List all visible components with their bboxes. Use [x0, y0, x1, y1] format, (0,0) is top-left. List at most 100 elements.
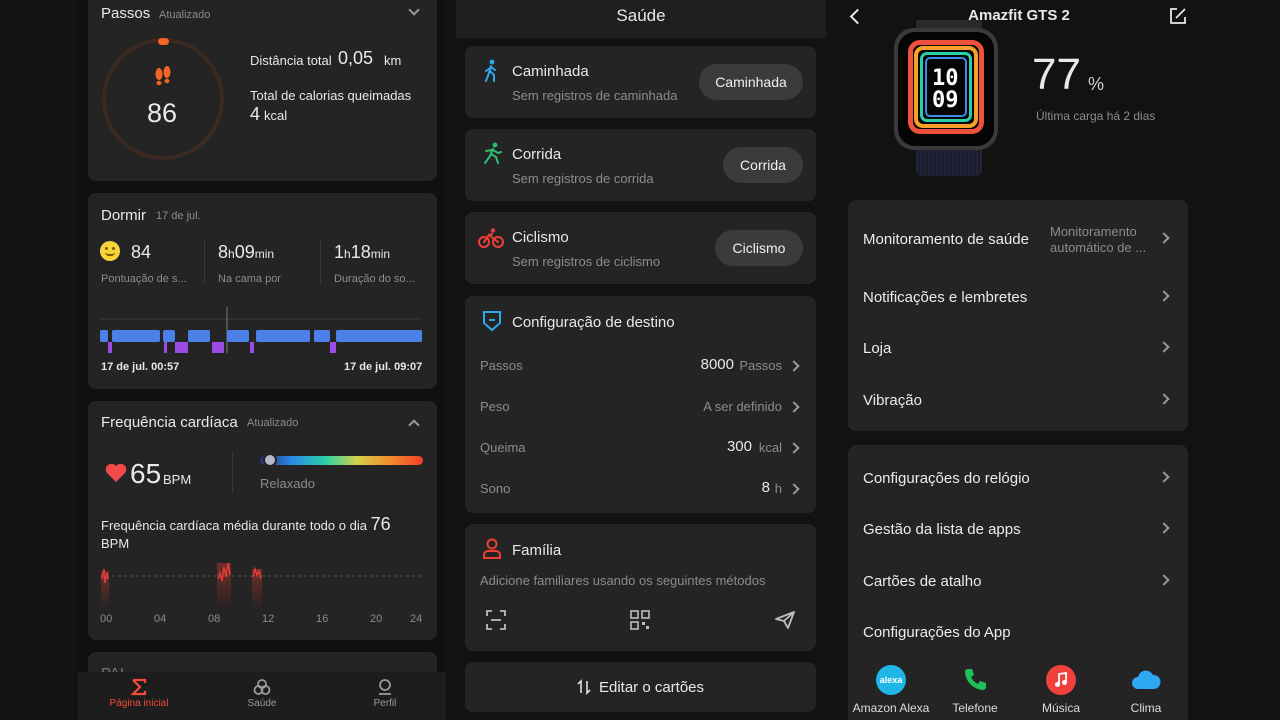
- chevron-right-icon: [1158, 393, 1170, 405]
- activity-card-running[interactable]: Corrida Sem registros de corrida Corrida: [465, 129, 816, 201]
- battery-unit: %: [1088, 74, 1105, 94]
- walking-subtitle: Sem registros de caminhada: [512, 88, 678, 103]
- distance-unit: km: [384, 53, 402, 68]
- goals-card: Configuração de destino Passos 8000 Pass…: [465, 296, 816, 513]
- app-amazon-alexa[interactable]: alexa Amazon Alexa: [846, 665, 936, 715]
- battery-value: 77: [1032, 50, 1081, 99]
- watch-minute: 09: [932, 88, 959, 113]
- store-row[interactable]: Loja: [848, 331, 1188, 365]
- nav-health[interactable]: Saúde: [212, 678, 312, 709]
- walking-icon: [485, 59, 496, 82]
- footprints-icon: [155, 66, 171, 86]
- cycling-subtitle: Sem registros de ciclismo: [512, 254, 661, 269]
- goal-row-sleep[interactable]: Sono 8 h: [465, 475, 816, 505]
- chevron-right-icon: [1158, 341, 1170, 353]
- heart-zone-label: Relaxado: [260, 476, 315, 491]
- sleep-stage-chart: [100, 307, 422, 353]
- edit-cards-button[interactable]: Editar o cartões: [465, 662, 816, 712]
- goal-row-steps[interactable]: Passos 8000 Passos: [465, 352, 816, 382]
- time-in-bed-label: Na cama por: [218, 273, 281, 285]
- chevron-right-icon: [1158, 290, 1170, 302]
- sleep-duration: 1h18min: [334, 242, 391, 262]
- chevron-right-icon: [788, 442, 800, 454]
- music-icon: [1046, 665, 1076, 695]
- calories-value: 4: [250, 104, 261, 124]
- app-phone[interactable]: Telefone: [930, 665, 1020, 715]
- scan-icon[interactable]: [486, 610, 506, 630]
- goal-row-weight[interactable]: Peso A ser definido: [465, 393, 816, 423]
- chevron-right-icon: [1158, 471, 1170, 483]
- app-music[interactable]: Música: [1016, 665, 1106, 715]
- chevron-right-icon: [1158, 232, 1170, 244]
- app-list-row[interactable]: Gestão da lista de apps: [848, 512, 1188, 546]
- steps-count: 86: [146, 98, 178, 128]
- family-card: Família Adicione familiares usando os se…: [465, 524, 816, 651]
- profile-icon: [379, 679, 391, 695]
- steps-card[interactable]: Passos Atualizado 86 Distância total 0,0…: [88, 0, 437, 181]
- chevron-right-icon: [788, 360, 800, 372]
- edit-cards-label: Editar o cartões: [598, 678, 705, 696]
- heart-rate-card[interactable]: Frequência cardíaca Atualizado 65 BPM Re…: [88, 401, 437, 640]
- app-weather[interactable]: Clima: [1101, 665, 1191, 715]
- watch-image: 10 09: [894, 20, 1004, 176]
- sleep-end: 17 de jul. 09:07: [344, 361, 423, 373]
- shortcut-cards-row[interactable]: Cartões de atalho: [848, 564, 1188, 598]
- sleep-start: 17 de jul. 00:57: [101, 361, 180, 373]
- settings-group-1: Monitoramento de saúde Monitoramento aut…: [848, 200, 1188, 431]
- distance-value: 0,05: [338, 48, 374, 68]
- sleep-card[interactable]: Dormir 17 de jul. 84 Pontuação de s... 8…: [88, 193, 437, 389]
- chevron-right-icon: [788, 401, 800, 413]
- health-monitoring-row[interactable]: Monitoramento de saúde Monitoramento aut…: [848, 214, 1188, 264]
- cycling-icon: [478, 228, 504, 248]
- qr-code-icon[interactable]: [630, 610, 650, 630]
- notifications-row[interactable]: Notificações e lembretes: [848, 280, 1188, 314]
- running-subtitle: Sem registros de corrida: [512, 171, 654, 186]
- edit-icon[interactable]: [1169, 7, 1187, 25]
- heart-icon: [105, 463, 127, 482]
- heart-title: Frequência cardíaca: [101, 414, 238, 431]
- running-icon: [484, 142, 502, 164]
- steps-title: Passos: [101, 5, 151, 22]
- activity-card-cycling[interactable]: Ciclismo Sem registros de ciclismo Cicli…: [465, 212, 816, 284]
- cycling-start-button[interactable]: Ciclismo: [715, 230, 803, 266]
- activity-card-walking[interactable]: Caminhada Sem registros de caminhada Cam…: [465, 46, 816, 118]
- sleep-date: 17 de jul.: [156, 210, 201, 222]
- sleep-duration-label: Duração do so...: [334, 273, 415, 285]
- sleep-title: Dormir: [101, 207, 146, 224]
- app-settings-row[interactable]: Configurações do App: [848, 615, 1188, 649]
- walking-title: Caminhada: [512, 63, 589, 80]
- chevron-down-icon[interactable]: [408, 4, 420, 16]
- watch-settings-row[interactable]: Configurações do relógio: [848, 461, 1188, 495]
- bottom-nav: Página inicial Saúde Perfil: [78, 672, 446, 720]
- goal-row-burn[interactable]: Queima 300 kcal: [465, 434, 816, 464]
- shield-icon: [483, 311, 501, 332]
- sleep-score: 84: [131, 242, 152, 262]
- phone-icon: [960, 665, 990, 695]
- alexa-icon: alexa: [876, 665, 906, 695]
- avg-heart-text: Frequência cardíaca média durante todo o…: [101, 514, 391, 551]
- nav-profile[interactable]: Perfil: [335, 678, 435, 709]
- vibration-row[interactable]: Vibração: [848, 383, 1188, 417]
- cycling-title: Ciclismo: [512, 229, 569, 246]
- person-icon: [483, 538, 501, 559]
- calories-unit: kcal: [264, 108, 288, 123]
- home-panel: Passos Atualizado 86 Distância total 0,0…: [78, 0, 446, 720]
- health-header: Saúde: [456, 0, 826, 38]
- health-panel: Saúde Caminhada Sem registros de caminha…: [456, 0, 826, 720]
- bpm-unit: BPM: [163, 472, 192, 487]
- family-title: Família: [512, 542, 562, 559]
- nav-home[interactable]: Página inicial: [89, 678, 189, 709]
- battery-note: Última carga há 2 dias: [1036, 109, 1156, 123]
- steps-status: Atualizado: [159, 9, 211, 21]
- heart-zone-marker: [263, 453, 277, 467]
- device-panel: Amazfit GTS 2 10 09 77 % Última carga há…: [836, 0, 1202, 720]
- send-icon[interactable]: [774, 610, 796, 630]
- chevron-up-icon[interactable]: [408, 419, 420, 431]
- running-start-button[interactable]: Corrida: [723, 147, 803, 183]
- distance-label: Distância total: [250, 53, 332, 68]
- cloud-icon: [1131, 665, 1161, 695]
- smiley-icon: [100, 241, 120, 261]
- bpm-value: 65: [130, 458, 162, 489]
- goals-title: Configuração de destino: [512, 314, 675, 331]
- walking-start-button[interactable]: Caminhada: [699, 64, 803, 100]
